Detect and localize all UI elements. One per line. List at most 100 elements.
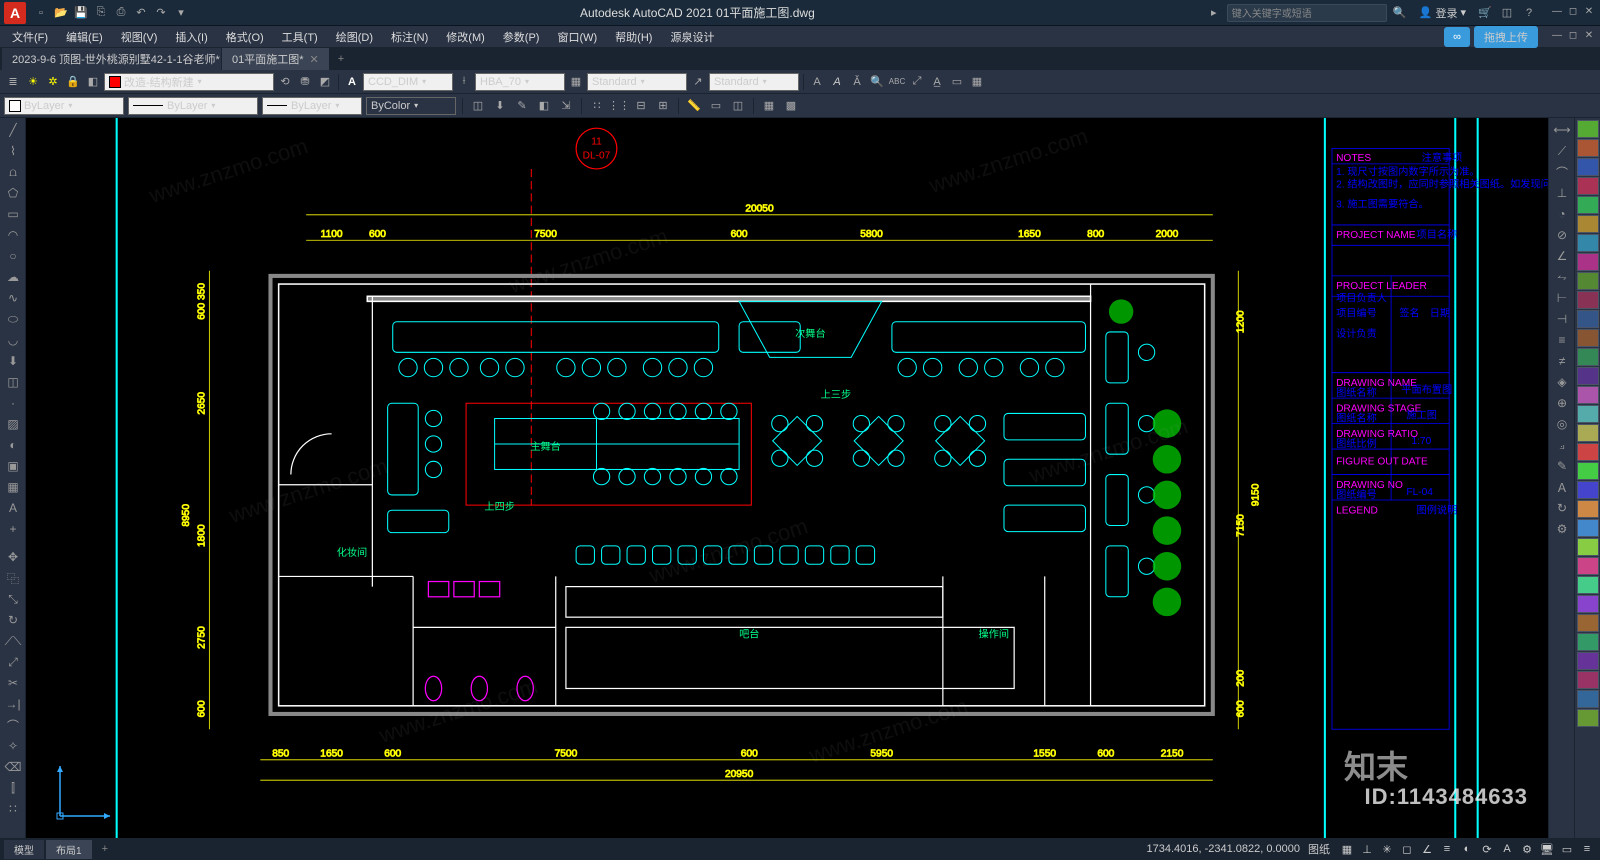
palette-btn[interactable]: [1577, 405, 1599, 423]
layer-lock-icon[interactable]: 🔒: [64, 73, 82, 91]
explode-icon[interactable]: ✧: [2, 736, 24, 756]
dim-ang-icon[interactable]: ∠: [1551, 246, 1573, 266]
text-a-icon[interactable]: A: [808, 73, 826, 91]
palette-btn[interactable]: [1577, 595, 1599, 613]
plot-icon[interactable]: ⎙: [112, 4, 130, 22]
dim-ord-icon[interactable]: ⊥: [1551, 183, 1573, 203]
file-tab-1[interactable]: 2023-9-6 顶图-世外桃源别墅42-1-1谷老师*✕: [2, 48, 222, 70]
point-icon[interactable]: ·: [2, 393, 24, 413]
scale-icon[interactable]: ⤢: [2, 652, 24, 672]
drawing-canvas[interactable]: 11 DL-07 20050 1100 600 7500 600 5800 16…: [26, 118, 1548, 838]
abc-icon[interactable]: ABC: [888, 73, 906, 91]
field-icon[interactable]: ▭: [948, 73, 966, 91]
align-icon[interactable]: ⊟: [632, 97, 650, 115]
help-icon[interactable]: ?: [1520, 4, 1538, 22]
polyline-icon[interactable]: ⩍: [2, 162, 24, 182]
palette-btn[interactable]: [1577, 272, 1599, 290]
layer-manager-icon[interactable]: ≣: [4, 73, 22, 91]
circle-icon[interactable]: ○: [2, 246, 24, 266]
palette-btn[interactable]: [1577, 348, 1599, 366]
move-icon[interactable]: ✥: [2, 547, 24, 567]
menu-edit[interactable]: 编辑(E): [58, 27, 111, 47]
menu-help[interactable]: 帮助(H): [607, 27, 660, 47]
otrack-icon[interactable]: ∠: [1418, 840, 1436, 858]
tab-add-button[interactable]: +: [330, 50, 352, 68]
layer-on-icon[interactable]: ☀: [24, 73, 42, 91]
palette-btn[interactable]: [1577, 234, 1599, 252]
dim-space-icon[interactable]: ≡: [1551, 330, 1573, 350]
dimedit-icon[interactable]: ✎: [1551, 456, 1573, 476]
jog-icon[interactable]: ⟓: [1551, 435, 1573, 455]
spell-icon[interactable]: Ǎ: [848, 73, 866, 91]
monitor-icon[interactable]: 🖥: [1538, 840, 1556, 858]
insert-block-icon[interactable]: ⬇: [2, 351, 24, 371]
edit-block-icon[interactable]: ✎: [513, 97, 531, 115]
dim-break-icon[interactable]: ≠: [1551, 351, 1573, 371]
ellipse-arc-icon[interactable]: ◡: [2, 330, 24, 350]
dimstyle-combo[interactable]: CCD_DIM▾: [363, 73, 453, 91]
close-button[interactable]: ✕: [1582, 6, 1596, 20]
cloud-icon[interactable]: ∞: [1444, 27, 1470, 47]
palette-btn[interactable]: [1577, 462, 1599, 480]
app-switcher-icon[interactable]: ◫: [1498, 4, 1516, 22]
palette-btn[interactable]: [1577, 120, 1599, 138]
tab-close-icon[interactable]: ✕: [310, 53, 319, 66]
file-tab-2[interactable]: 01平面施工图*✕: [222, 48, 330, 70]
palette-btn[interactable]: [1577, 253, 1599, 271]
table-icon[interactable]: ▦: [968, 73, 986, 91]
menu-modify[interactable]: 修改(M): [438, 27, 493, 47]
viewport2-icon[interactable]: ◫: [729, 97, 747, 115]
rotate-icon[interactable]: ↻: [2, 610, 24, 630]
array-icon[interactable]: ∷: [588, 97, 606, 115]
distribute-icon[interactable]: ⊞: [654, 97, 672, 115]
find-icon[interactable]: 🔍: [868, 73, 886, 91]
grid2-icon[interactable]: ▩: [782, 97, 800, 115]
spline-icon[interactable]: ∿: [2, 288, 24, 308]
layer-state-icon[interactable]: ⛃: [296, 73, 314, 91]
saveas-icon[interactable]: ⎘: [92, 4, 110, 22]
palette-btn[interactable]: [1577, 652, 1599, 670]
dimtedit-icon[interactable]: Ａ: [1551, 477, 1573, 497]
layer-color-icon[interactable]: ◧: [84, 73, 102, 91]
menu-tools[interactable]: 工具(T): [274, 27, 326, 47]
scale-text-icon[interactable]: ⤢: [908, 73, 926, 91]
menu-window[interactable]: 窗口(W): [549, 27, 605, 47]
palette-btn[interactable]: [1577, 386, 1599, 404]
dim-arc-icon[interactable]: ⌒: [1551, 162, 1573, 182]
menu-yuanquan[interactable]: 源泉设计: [662, 27, 722, 47]
annotation-icon[interactable]: A: [1498, 840, 1516, 858]
center-icon[interactable]: ⊕: [1551, 393, 1573, 413]
open-icon[interactable]: 📂: [52, 4, 70, 22]
ortho-icon[interactable]: ⊥: [1358, 840, 1376, 858]
palette-btn[interactable]: [1577, 614, 1599, 632]
arc-icon[interactable]: ◠: [2, 225, 24, 245]
plotstyle-combo[interactable]: ByColor▾: [366, 97, 456, 115]
customize-icon[interactable]: ≡: [1578, 840, 1596, 858]
revcloud-icon[interactable]: ☁: [2, 267, 24, 287]
pline-icon[interactable]: ⌇: [2, 141, 24, 161]
menu-dimension[interactable]: 标注(N): [383, 27, 436, 47]
dim-dia-icon[interactable]: ⊘: [1551, 225, 1573, 245]
mirror-icon[interactable]: ⟋⟍: [2, 631, 24, 651]
signin-button[interactable]: 👤 登录 ▾: [1413, 5, 1472, 21]
help-search-input[interactable]: 键入关键字或短语: [1227, 4, 1387, 22]
line-icon[interactable]: ╱: [2, 120, 24, 140]
make-block-icon[interactable]: ◫: [2, 372, 24, 392]
dim-rad-icon[interactable]: ◔: [1551, 204, 1573, 224]
tablestyle-combo[interactable]: Standard▾: [587, 73, 687, 91]
menu-view[interactable]: 视图(V): [113, 27, 166, 47]
extend-icon[interactable]: →|: [2, 694, 24, 714]
menu-insert[interactable]: 插入(I): [167, 27, 215, 47]
gradient-icon[interactable]: ◐: [2, 435, 24, 455]
erase-icon[interactable]: ⌫: [2, 757, 24, 777]
palette-btn[interactable]: [1577, 633, 1599, 651]
color-combo[interactable]: ByLayer▾: [4, 97, 124, 115]
palette-btn[interactable]: [1577, 519, 1599, 537]
palette-btn[interactable]: [1577, 557, 1599, 575]
new-icon[interactable]: ▫: [32, 4, 50, 22]
layer-combo[interactable]: 改造-结构新建▾: [104, 73, 274, 91]
cart-icon[interactable]: 🛒: [1476, 4, 1494, 22]
clean-icon[interactable]: ▭: [1558, 840, 1576, 858]
minimize-button[interactable]: —: [1550, 6, 1564, 20]
dimupdate-icon[interactable]: ↻: [1551, 498, 1573, 518]
